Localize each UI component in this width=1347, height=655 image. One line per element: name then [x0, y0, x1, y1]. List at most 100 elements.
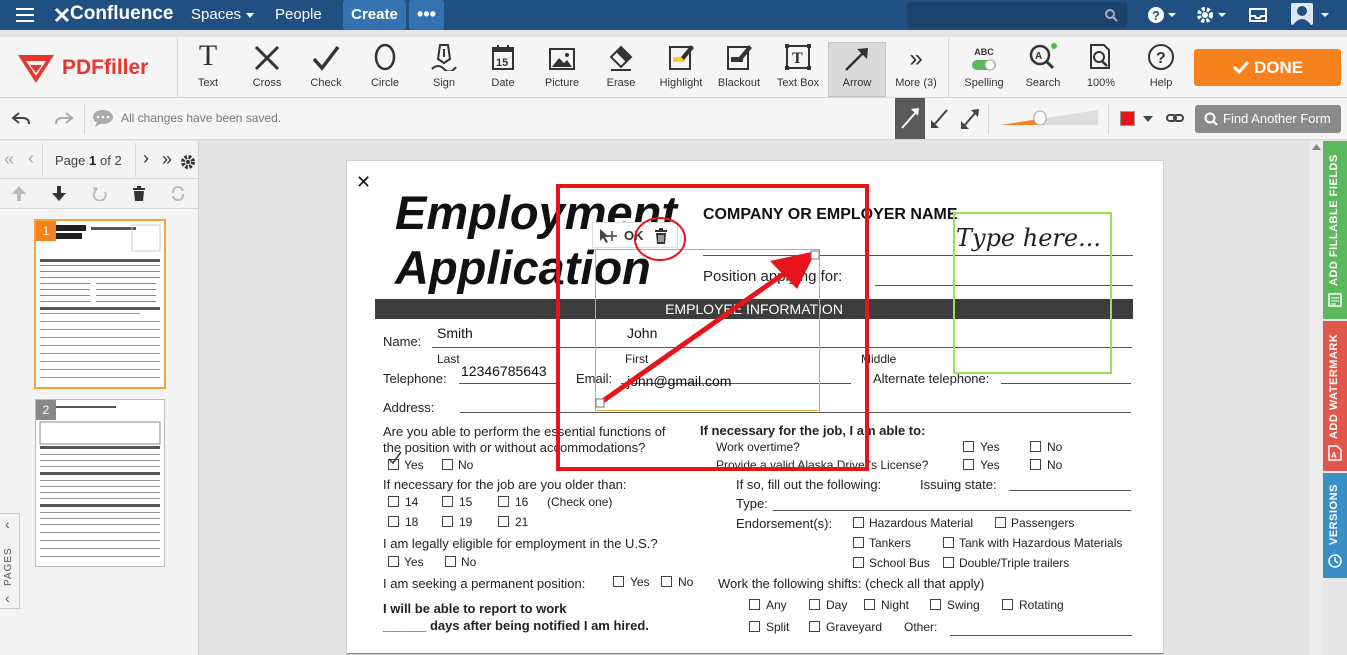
spelling-toggle[interactable]: ABC Spelling	[958, 37, 1010, 97]
blackout-tool[interactable]: Blackout	[712, 37, 766, 97]
pages-tab[interactable]: ‹ PAGES ‹	[0, 513, 20, 609]
color-picker[interactable]	[1117, 110, 1157, 128]
zoom-tool[interactable]: 100%	[1078, 37, 1124, 97]
text-tool[interactable]: T Text	[185, 37, 231, 97]
seeking-yes-checkbox[interactable]	[613, 576, 624, 587]
menu-icon[interactable]	[16, 8, 34, 22]
shift-day-checkbox[interactable]	[809, 599, 820, 610]
seeking-no-checkbox[interactable]	[661, 576, 672, 587]
add-fillable-fields-tab[interactable]: ADD FILLABLE FIELDS	[1323, 141, 1347, 319]
tankers-checkbox[interactable]	[853, 537, 864, 548]
yes-label: Yes	[404, 555, 424, 569]
telephone-value[interactable]: 12346785643	[461, 363, 547, 379]
age-15-checkbox[interactable]	[442, 496, 453, 507]
confluence-logo[interactable]: Confluence	[70, 3, 173, 25]
help-tool[interactable]: ? Help	[1138, 37, 1184, 97]
textbox-tool[interactable]: T Text Box	[771, 37, 825, 97]
overtime-no-checkbox[interactable]	[1030, 441, 1041, 452]
trash-icon[interactable]	[132, 186, 146, 201]
hazardous-material-checkbox[interactable]	[853, 517, 864, 528]
move-up-icon[interactable]	[12, 186, 26, 201]
date-tool[interactable]: 15 Date	[480, 37, 526, 97]
gear-icon[interactable]	[180, 154, 196, 170]
highlight-tool[interactable]: Highlight	[654, 37, 708, 97]
signature-box[interactable]: Type here...	[953, 212, 1112, 374]
yes-label: Yes	[980, 458, 1000, 472]
move-down-icon[interactable]	[52, 186, 66, 201]
check-tool[interactable]: Check	[303, 37, 349, 97]
age-16-checkbox[interactable]	[498, 496, 509, 507]
versions-tab[interactable]: VERSIONS	[1323, 473, 1347, 578]
check-one-label: (Check one)	[547, 495, 613, 509]
help-menu-icon[interactable]: ?	[1147, 6, 1177, 24]
tank-hazardous-checkbox[interactable]	[943, 537, 954, 548]
age-21-checkbox[interactable]	[498, 516, 509, 527]
cross-tool-label: Cross	[252, 77, 282, 89]
more-tools[interactable]: » More (3)	[890, 37, 942, 97]
redo-icon[interactable]	[54, 110, 74, 126]
textbox-icon: T	[785, 44, 811, 70]
move-icon[interactable]	[597, 227, 617, 245]
rotate-icon[interactable]	[92, 186, 108, 201]
line-width-slider[interactable]	[1000, 108, 1100, 128]
picture-tool[interactable]: Picture	[539, 37, 585, 97]
age-18-checkbox[interactable]	[388, 516, 399, 527]
arrow-tool[interactable]: Arrow	[828, 42, 886, 97]
age-19-checkbox[interactable]	[442, 516, 453, 527]
page-number[interactable]: 1	[89, 153, 96, 168]
eligible-yes-checkbox[interactable]	[388, 556, 399, 567]
link-icon[interactable]	[1166, 111, 1184, 125]
thumbnail-number: 2	[36, 400, 56, 420]
passengers-checkbox[interactable]	[995, 517, 1006, 528]
double-triple-checkbox[interactable]	[943, 557, 954, 568]
arrow-annotation[interactable]	[592, 245, 822, 415]
pdffiller-logo: PDFfiller	[16, 51, 166, 85]
essential-no-checkbox[interactable]	[442, 459, 453, 470]
eligible-no-checkbox[interactable]	[445, 556, 456, 567]
prev-page-icon[interactable]: ‹	[28, 148, 34, 169]
arrow-style-forward[interactable]	[895, 98, 925, 139]
shift-swing-checkbox[interactable]	[930, 599, 941, 610]
first-page-icon[interactable]: «	[4, 149, 14, 170]
last-name-value[interactable]: Smith	[437, 325, 473, 341]
spaces-menu[interactable]: Spaces	[191, 6, 254, 23]
school-bus-checkbox[interactable]	[853, 557, 864, 568]
create-button[interactable]: Create	[343, 0, 406, 30]
license-yes-checkbox[interactable]	[963, 459, 974, 470]
notifications-icon[interactable]	[1248, 7, 1268, 23]
search-tool[interactable]: A Search	[1018, 37, 1068, 97]
shift-rotating-checkbox[interactable]	[1002, 599, 1013, 610]
arrow-style-back[interactable]	[925, 98, 955, 139]
shift-any-checkbox[interactable]	[749, 599, 760, 610]
page-thumbnail-2[interactable]: 2	[35, 399, 165, 567]
circle-tool[interactable]: Circle	[362, 37, 408, 97]
find-another-form-button[interactable]: Find Another Form	[1195, 105, 1341, 133]
document-page[interactable]: ✕ Employment Application COMPANY OR EMPL…	[346, 160, 1164, 655]
next-page-icon[interactable]: ›	[143, 148, 149, 169]
done-button[interactable]: DONE	[1194, 49, 1341, 86]
arrow-style-both[interactable]	[955, 98, 985, 139]
svg-text:?: ?	[1152, 8, 1160, 23]
shift-graveyard-checkbox[interactable]	[809, 621, 820, 632]
user-avatar-icon[interactable]	[1291, 3, 1331, 27]
confluence-search-input[interactable]	[907, 2, 1127, 28]
overtime-yes-checkbox[interactable]	[963, 441, 974, 452]
more-button[interactable]: •••	[409, 0, 444, 30]
people-link[interactable]: People	[275, 6, 322, 23]
refresh-icon[interactable]	[170, 186, 186, 201]
add-watermark-tab[interactable]: ADD WATERMARK A	[1323, 321, 1347, 471]
check-icon	[312, 45, 340, 71]
page-thumbnail-1[interactable]: 1	[34, 219, 166, 389]
license-no-checkbox[interactable]	[1030, 459, 1041, 470]
cross-tool[interactable]: Cross	[244, 37, 290, 97]
last-page-icon[interactable]: »	[162, 149, 172, 170]
erase-tool[interactable]: Erase	[598, 37, 644, 97]
close-icon[interactable]: ✕	[356, 172, 371, 193]
age-14-checkbox[interactable]	[388, 496, 399, 507]
sign-tool[interactable]: Sign	[421, 37, 467, 97]
scroll-up-icon[interactable]	[1312, 144, 1321, 150]
shift-night-checkbox[interactable]	[864, 599, 875, 610]
settings-menu-icon[interactable]	[1196, 6, 1228, 24]
shift-split-checkbox[interactable]	[749, 621, 760, 632]
undo-icon[interactable]	[11, 110, 31, 126]
